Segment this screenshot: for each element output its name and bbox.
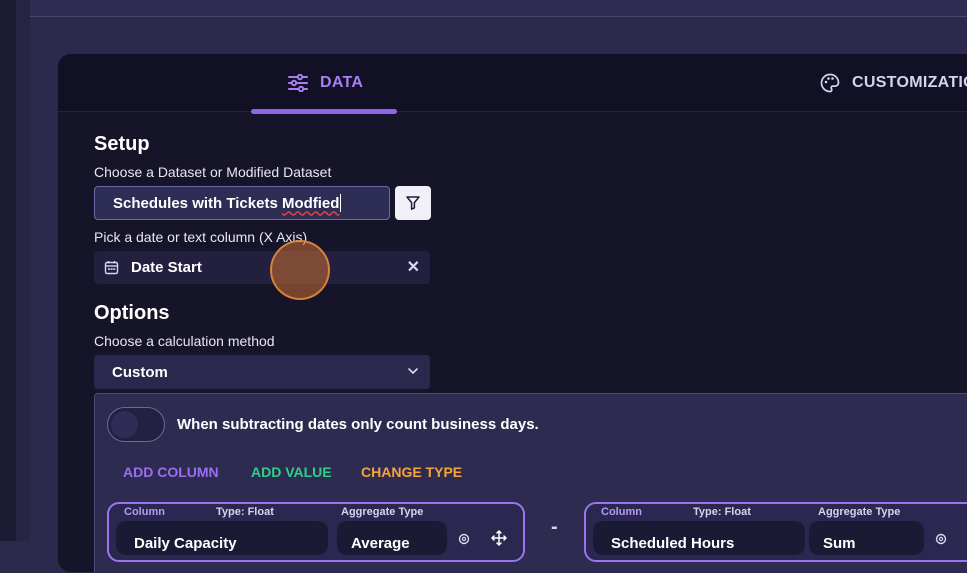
business-days-toggle[interactable] [107, 407, 165, 442]
operator-symbol: - [551, 516, 558, 538]
top-bar [30, 0, 967, 17]
column-label: Column [601, 506, 642, 518]
calc-method-value: Custom [112, 363, 168, 381]
calc-method-select[interactable]: Custom [94, 355, 430, 389]
column-card: Column Type: Float Aggregate Type Daily … [107, 502, 525, 562]
tab-customization-label: CUSTOMIZATION [852, 74, 967, 91]
column-card: Column Type: Float Aggregate Type Schedu… [584, 502, 967, 562]
clear-icon[interactable]: ✕ [407, 257, 420, 277]
type-label: Type: Float [693, 506, 751, 518]
aggregate-select[interactable]: Average [337, 521, 447, 555]
click-indicator [270, 240, 330, 300]
left-sidebar [0, 0, 16, 541]
toggle-knob [111, 411, 138, 438]
dataset-value-prefix: Schedules with Tickets [113, 194, 282, 212]
tab-bar: DATA CUSTOMIZATION [58, 54, 967, 114]
aggregate-type-label: Aggregate Type [341, 506, 424, 518]
filter-button[interactable] [395, 186, 431, 220]
column-input[interactable]: Daily Capacity [116, 521, 328, 555]
change-type-button[interactable]: CHANGE TYPE [361, 464, 462, 480]
calc-method-label: Choose a calculation method [94, 333, 275, 349]
filter-icon [406, 196, 420, 210]
chart-editor-panel: DATA CUSTOMIZATION Setup Choose a Datase… [57, 53, 967, 573]
sliders-icon [288, 74, 308, 92]
settings-icon[interactable] [934, 532, 948, 546]
tab-data[interactable]: DATA [288, 54, 363, 112]
dataset-input[interactable]: Schedules with Tickets Modfied [94, 186, 390, 220]
type-label: Type: Float [216, 506, 274, 518]
add-value-button[interactable]: ADD VALUE [251, 464, 332, 480]
aggregate-select[interactable]: Sum [809, 521, 924, 555]
xaxis-value: Date Start [131, 259, 202, 276]
settings-icon[interactable] [457, 532, 471, 546]
custom-calculation-box: When subtracting dates only count busine… [94, 393, 967, 572]
add-column-button[interactable]: ADD COLUMN [123, 464, 219, 480]
tab-customization[interactable]: CUSTOMIZATION [820, 54, 967, 112]
xaxis-label: Pick a date or text column (X Axis) [94, 229, 308, 245]
chevron-down-icon [408, 368, 418, 374]
dataset-value-misspelled: Modfied [281, 194, 340, 212]
column-input[interactable]: Scheduled Hours [593, 521, 805, 555]
options-heading: Options [94, 302, 170, 324]
palette-icon [820, 73, 840, 93]
column-label: Column [124, 506, 165, 518]
calendar-icon [104, 261, 119, 275]
setup-heading: Setup [94, 133, 150, 155]
dataset-label: Choose a Dataset or Modified Dataset [94, 164, 332, 180]
business-days-label: When subtracting dates only count busine… [177, 416, 539, 433]
move-icon[interactable] [491, 530, 507, 546]
aggregate-type-label: Aggregate Type [818, 506, 901, 518]
text-caret [340, 194, 342, 212]
tab-data-label: DATA [320, 74, 364, 91]
xaxis-column-select[interactable]: Date Start ✕ [94, 251, 430, 284]
sidebar-edge [16, 0, 30, 541]
active-tab-indicator [251, 109, 397, 114]
